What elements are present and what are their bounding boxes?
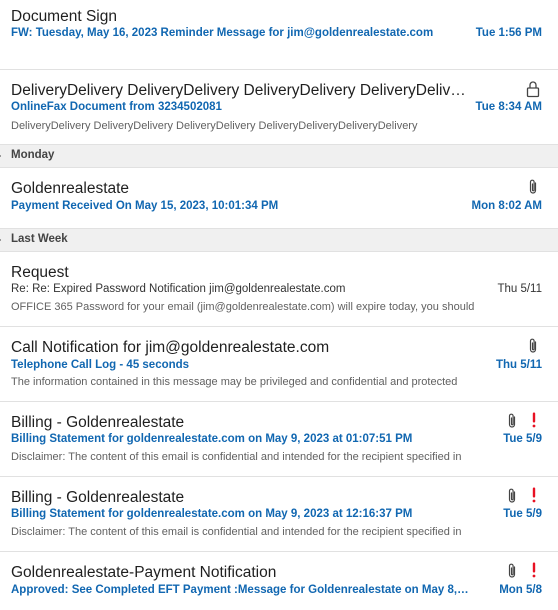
mail-preview: OFFICE 365 Password for your email (jim@…	[11, 301, 475, 313]
mail-item-billing-2[interactable]: Billing - Goldenrealestate Billing State…	[0, 477, 558, 552]
mail-preview: The information contained in this messag…	[11, 376, 458, 388]
mail-subject: FW: Tuesday, May 16, 2023 Reminder Messa…	[11, 27, 434, 39]
mail-subject: Billing Statement for goldenrealestate.c…	[11, 508, 413, 520]
mail-sender: Billing - Goldenrealestate	[11, 414, 185, 431]
mail-sender: Request	[11, 264, 69, 281]
high-importance-icon	[532, 412, 536, 428]
mail-date: Thu 5/11	[497, 283, 542, 295]
mail-preview: Disclaimer: The content of this email is…	[11, 451, 462, 463]
group-header-monday[interactable]: Monday	[0, 145, 558, 168]
mail-subject: Telephone Call Log - 45 seconds	[11, 359, 190, 371]
mail-item-payment-received[interactable]: Goldenrealestate Payment Received On May…	[0, 168, 558, 229]
mail-date: Tue 5/9	[503, 508, 542, 520]
mail-date: Tue 8:34 AM	[475, 101, 542, 113]
paperclip-icon	[529, 338, 537, 353]
group-label: Monday	[11, 149, 55, 161]
mail-subject: Re: Re: Expired Password Notification ji…	[11, 283, 346, 295]
mail-preview: DeliveryDelivery DeliveryDelivery Delive…	[11, 120, 418, 132]
mail-preview: Disclaimer: The content of this email is…	[11, 526, 462, 538]
lock-icon	[526, 81, 540, 98]
collapse-caret-icon	[0, 236, 1, 244]
mail-item-payment-notification[interactable]: Goldenrealestate-Payment Notification Ap…	[0, 552, 558, 610]
mail-item-billing-1[interactable]: Billing - Goldenrealestate Billing State…	[0, 402, 558, 477]
mail-subject: OnlineFax Document from 3234502081	[11, 101, 222, 113]
mail-sender: DeliveryDelivery DeliveryDelivery Delive…	[11, 82, 466, 99]
mail-subject: Payment Received On May 15, 2023, 10:01:…	[11, 200, 279, 212]
mail-date: Tue 5/9	[503, 433, 542, 445]
paperclip-icon	[508, 488, 516, 503]
mail-item-call-notification[interactable]: Call Notification for jim@goldenrealesta…	[0, 327, 558, 402]
mail-sender: Call Notification for jim@goldenrealesta…	[11, 339, 330, 356]
group-label: Last Week	[11, 233, 68, 245]
mail-sender: Goldenrealestate-Payment Notification	[11, 564, 277, 581]
group-header-last-week[interactable]: Last Week	[0, 229, 558, 252]
mail-sender: Billing - Goldenrealestate	[11, 489, 185, 506]
paperclip-icon	[508, 413, 516, 428]
mail-item-request[interactable]: Request Re: Re: Expired Password Notific…	[0, 252, 558, 327]
collapse-caret-icon	[0, 152, 1, 160]
paperclip-icon	[529, 179, 537, 194]
high-importance-icon	[532, 562, 536, 578]
mail-sender: Document Sign	[11, 8, 117, 25]
mail-subject: Approved: See Completed EFT Payment :Mes…	[11, 584, 471, 596]
mail-subject: Billing Statement for goldenrealestate.c…	[11, 433, 413, 445]
mail-date: Mon 5/8	[499, 584, 542, 596]
mail-item-onlinefax[interactable]: DeliveryDelivery DeliveryDelivery Delive…	[0, 70, 558, 145]
mail-sender: Goldenrealestate	[11, 180, 130, 197]
high-importance-icon	[532, 487, 536, 503]
paperclip-icon	[508, 563, 516, 578]
mail-date: Mon 8:02 AM	[471, 200, 543, 212]
mail-item-document-sign[interactable]: Document Sign FW: Tuesday, May 16, 2023 …	[0, 0, 558, 70]
mail-date: Tue 1:56 PM	[475, 27, 542, 39]
mail-date: Thu 5/11	[495, 359, 542, 371]
